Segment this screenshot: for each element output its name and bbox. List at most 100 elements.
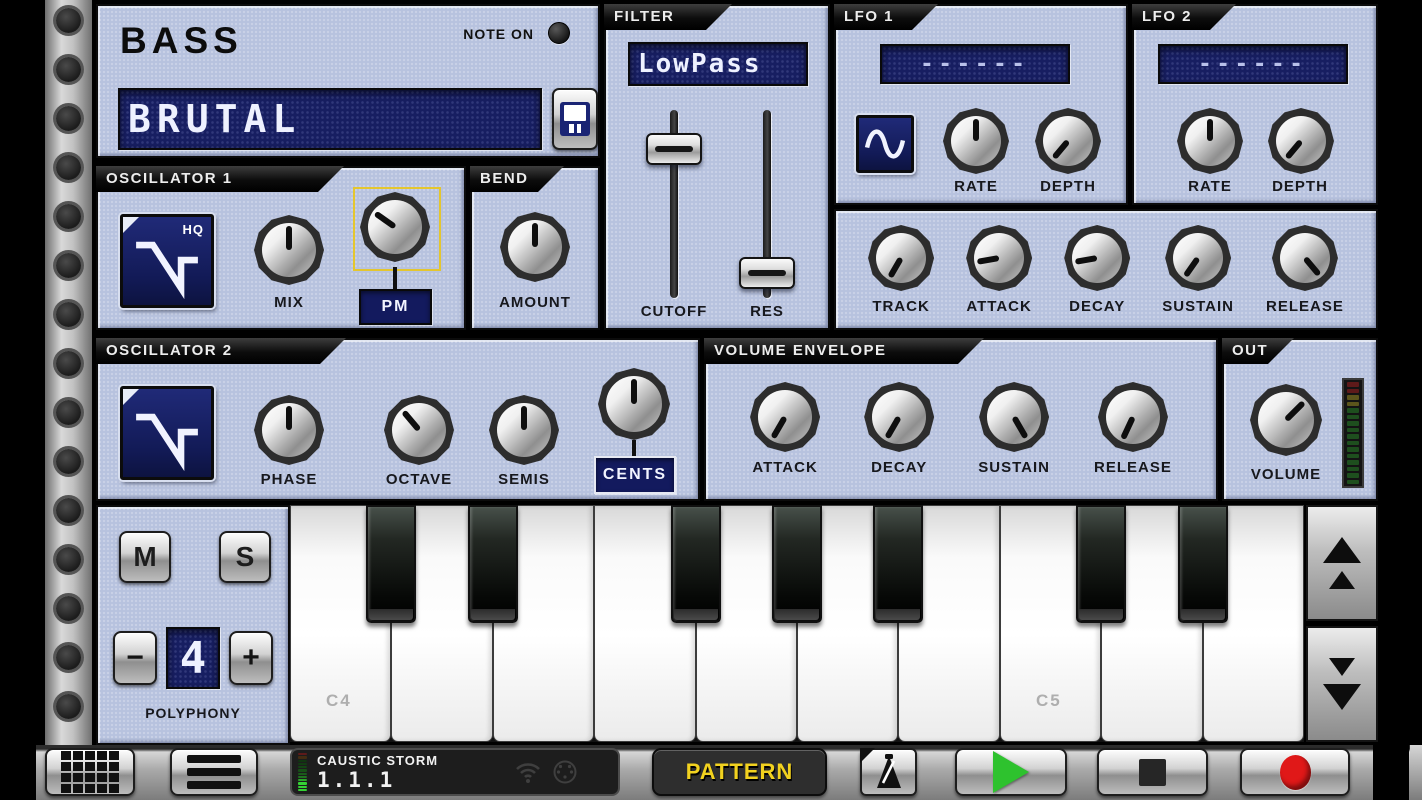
amp-decay-label: DECAY (871, 459, 927, 476)
preset-name-text: BRUTAL (120, 97, 301, 141)
slider-handle[interactable] (739, 257, 795, 289)
record-icon (1280, 755, 1311, 790)
filter-track-control: TRACK (868, 225, 934, 315)
amp-decay-knob[interactable] (864, 382, 934, 452)
song-display[interactable]: CAUSTIC STORM 1.1.1 (290, 748, 620, 796)
osc2-waveform-button[interactable] (120, 386, 214, 480)
lfo2-display-text: ------ (1198, 52, 1307, 77)
oscillator1-panel: OSCILLATOR 1 HQ MIX PM (96, 166, 466, 330)
amp-attack-label: ATTACK (752, 459, 817, 476)
amp-release-knob[interactable] (1098, 382, 1168, 452)
resonance-slider[interactable] (739, 110, 795, 298)
main-menu-button[interactable] (170, 748, 258, 796)
octave-down-button[interactable] (1306, 626, 1378, 742)
mute-button[interactable]: M (119, 531, 171, 583)
solo-label: S (236, 541, 255, 573)
save-preset-button[interactable] (552, 88, 598, 150)
rack-screw (56, 302, 81, 327)
filter-mode-display[interactable]: LowPass (628, 42, 808, 86)
sequencer-grid-button[interactable] (45, 748, 135, 796)
toolbar-gap (1373, 745, 1409, 800)
solo-button[interactable]: S (219, 531, 271, 583)
out-header: OUT (1222, 338, 1294, 364)
polyphony-decrement-button[interactable]: − (113, 631, 157, 685)
cutoff-slider[interactable] (646, 110, 702, 298)
filter-sustain-knob[interactable] (1165, 225, 1231, 291)
metronome-fold-corner (860, 748, 875, 763)
black-key-fsharp4[interactable] (671, 505, 721, 623)
lfo2-display[interactable]: ------ (1158, 44, 1348, 84)
lfo1-depth-knob[interactable] (1035, 108, 1101, 174)
play-icon (993, 751, 1029, 793)
filter-decay-label: DECAY (1069, 298, 1125, 315)
bend-amount-knob[interactable] (500, 212, 570, 282)
bend-amount-label: AMOUNT (472, 294, 598, 311)
rack-screw (56, 106, 81, 131)
lfo1-header: LFO 1 (834, 4, 938, 30)
octave-up-small-arrow-icon (1329, 571, 1355, 589)
black-key-csharp4[interactable] (366, 505, 416, 623)
toolbar-right-sliver (1410, 745, 1422, 800)
lfo1-rate-knob[interactable] (943, 108, 1009, 174)
black-key-gsharp4[interactable] (772, 505, 822, 623)
rack-screw (56, 645, 81, 670)
filter-release-knob[interactable] (1272, 225, 1338, 291)
filter-decay-knob[interactable] (1064, 225, 1130, 291)
lfo1-waveform-button[interactable] (856, 115, 914, 173)
osc1-pm-tag[interactable]: PM (359, 289, 432, 325)
osc1-mix-knob[interactable] (254, 215, 324, 285)
rack-rail (45, 0, 92, 745)
minus-icon: − (126, 641, 144, 675)
osc2-semis-label: SEMIS (474, 471, 574, 488)
volume-envelope-panel: VOLUME ENVELOPE ATTACK DECAY SUSTAIN (704, 338, 1218, 501)
osc1-pm-knob[interactable] (360, 192, 430, 262)
filter-release-label: RELEASE (1266, 298, 1344, 315)
out-panel: OUT VOLUME (1222, 338, 1378, 501)
out-volume-knob[interactable] (1250, 384, 1322, 456)
osc1-waveform-button[interactable]: HQ (120, 214, 214, 308)
black-key-dsharp4[interactable] (468, 505, 518, 623)
osc2-phase-knob[interactable] (254, 395, 324, 465)
osc2-octave-label: OCTAVE (364, 471, 474, 488)
filter-attack-control: ATTACK (966, 225, 1032, 315)
amp-attack-control: ATTACK (750, 382, 820, 476)
stop-button[interactable] (1097, 748, 1208, 796)
preset-name-display[interactable]: BRUTAL (118, 88, 542, 150)
lfo2-depth-knob[interactable] (1268, 108, 1334, 174)
amp-sustain-knob[interactable] (979, 382, 1049, 452)
osc2-octave-knob[interactable] (384, 395, 454, 465)
lfo2-header: LFO 2 (1132, 4, 1236, 30)
black-key-csharp5[interactable] (1076, 505, 1126, 623)
keyboard-controls-panel: M S − 4 + POLYPHONY (96, 505, 290, 745)
filter-track-knob[interactable] (868, 225, 934, 291)
black-key-dsharp5[interactable] (1178, 505, 1228, 623)
polyphony-value: 4 (180, 633, 207, 684)
osc2-cents-knob[interactable] (598, 368, 670, 440)
output-level-meter (1342, 378, 1364, 488)
record-button[interactable] (1240, 748, 1350, 796)
polyphony-increment-button[interactable]: + (229, 631, 273, 685)
lfo2-rate-knob[interactable] (1177, 108, 1243, 174)
osc2-phase-label: PHASE (239, 471, 339, 488)
metronome-icon (873, 753, 905, 791)
lfo1-display[interactable]: ------ (880, 44, 1070, 84)
metronome-button[interactable] (860, 748, 917, 796)
sine-wave-icon (859, 118, 911, 170)
amp-sustain-control: SUSTAIN (978, 382, 1050, 476)
filter-panel: FILTER LowPass CUTOFF RES (604, 4, 830, 330)
octave-up-button[interactable] (1306, 505, 1378, 621)
pattern-mode-button[interactable]: PATTERN (652, 748, 827, 796)
rack-screw (56, 155, 81, 180)
stop-icon (1139, 759, 1166, 786)
octave-down-small-arrow-icon (1329, 658, 1355, 676)
play-button[interactable] (955, 748, 1067, 796)
osc2-semis-knob[interactable] (489, 395, 559, 465)
knob-pointer (973, 119, 979, 141)
filter-mode-text: LowPass (630, 49, 762, 79)
toolbar-gap (0, 745, 36, 800)
amp-attack-knob[interactable] (750, 382, 820, 452)
filter-attack-knob[interactable] (966, 225, 1032, 291)
osc2-cents-tag[interactable]: CENTS (594, 456, 676, 494)
slider-handle[interactable] (646, 133, 702, 165)
black-key-asharp4[interactable] (873, 505, 923, 623)
